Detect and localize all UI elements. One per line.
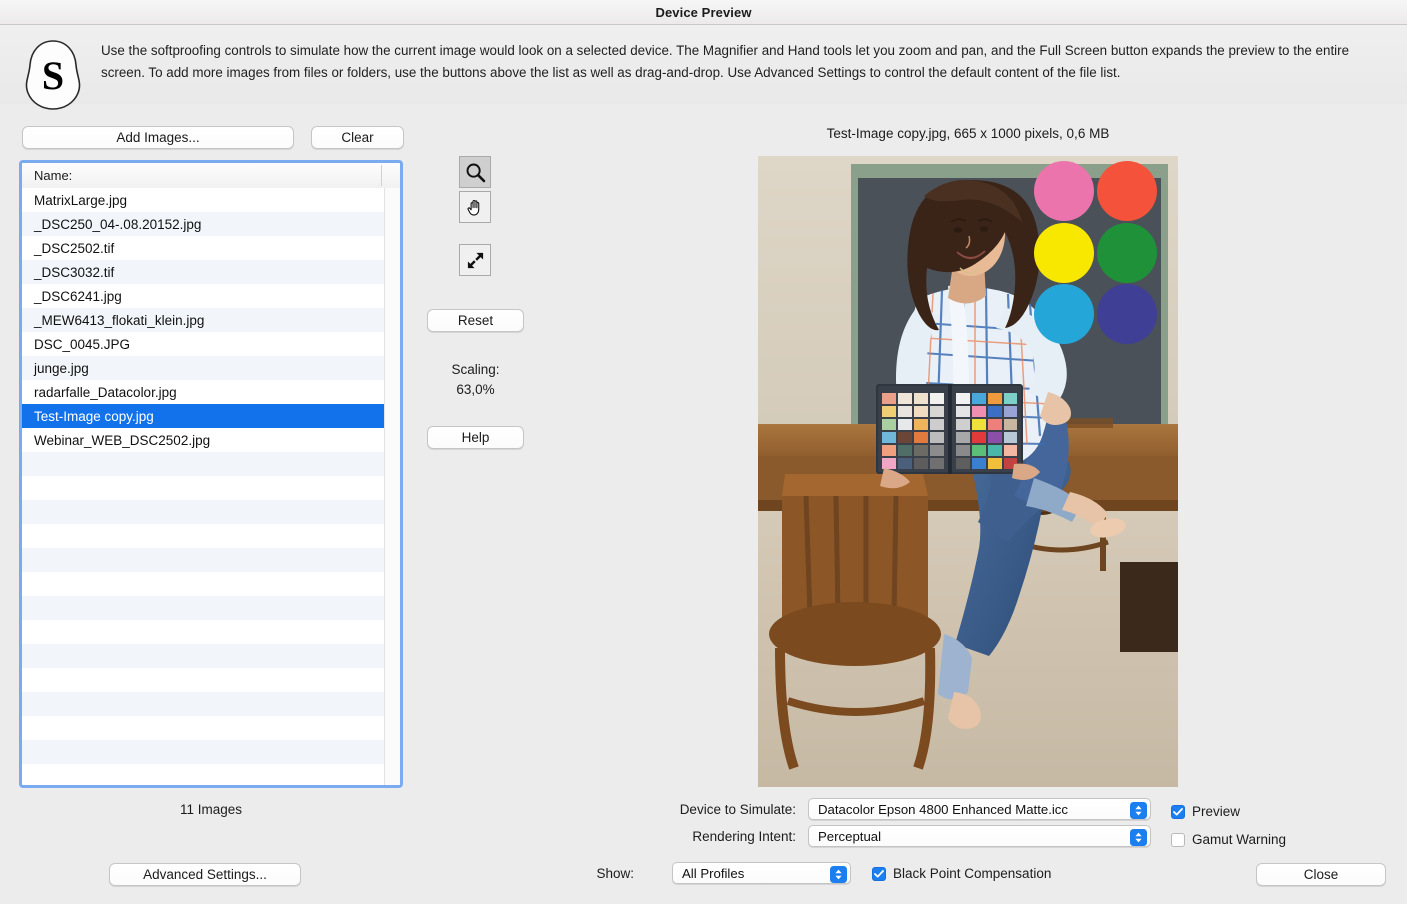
file-list-item[interactable]: _DSC250_04-.08.20152.jpg (22, 212, 385, 236)
swatch-circle (1034, 161, 1094, 221)
check-icon (1173, 807, 1183, 815)
checkbox-box (872, 866, 886, 881)
file-list-body[interactable]: MatrixLarge.jpg _DSC250_04-.08.20152.jpg _… (22, 188, 385, 785)
gamut-warning-checkbox[interactable]: Gamut Warning (1171, 832, 1286, 847)
reset-button[interactable]: Reset (427, 309, 524, 332)
file-list-item[interactable]: _DSC6241.jpg (22, 284, 385, 308)
file-list-empty-row (22, 452, 385, 476)
swatch-circle (1034, 284, 1094, 344)
file-list-item[interactable]: MatrixLarge.jpg (22, 188, 385, 212)
rendering-intent-label: Rendering Intent: (692, 829, 796, 844)
preview-photo (758, 156, 1178, 787)
black-point-compensation-checkbox[interactable]: Black Point Compensation (872, 866, 1051, 881)
black-point-compensation-label: Black Point Compensation (893, 866, 1052, 881)
hand-icon (466, 199, 479, 216)
swatch-circle (1097, 284, 1157, 344)
rendering-intent-select[interactable]: Perceptual (808, 825, 1151, 847)
swatch-circle (1097, 161, 1157, 221)
file-list-empty-row (22, 692, 385, 716)
fullscreen-arrows-icon (467, 252, 483, 268)
scaling-value: 63,0% (456, 382, 495, 397)
file-list-empty-row (22, 644, 385, 668)
file-list-empty-row (22, 716, 385, 740)
rendering-intent-value: Perceptual (818, 828, 882, 844)
file-list-empty-row (22, 572, 385, 596)
show-value: All Profiles (682, 865, 745, 881)
help-banner-text: Use the softproofing controls to simulat… (101, 43, 1350, 80)
window-titlebar: Device Preview (0, 0, 1407, 25)
file-list-empty-row (22, 524, 385, 548)
file-list-scrollbar[interactable] (384, 188, 400, 785)
checkbox-box (1171, 804, 1185, 819)
advanced-settings-button[interactable]: Advanced Settings... (109, 863, 301, 886)
file-list-header: Name: (22, 163, 400, 189)
splat-s-logo-icon: S (25, 40, 81, 110)
preview-image[interactable] (758, 156, 1178, 787)
add-images-button[interactable]: Add Images... (22, 126, 294, 149)
scaling-title: Scaling: (451, 362, 500, 377)
file-list-empty-row (22, 668, 385, 692)
file-list-item[interactable]: radarfalle_Datacolor.jpg (22, 380, 385, 404)
preview-checkbox-label: Preview (1192, 804, 1241, 819)
device-to-simulate-value: Datacolor Epson 4800 Enhanced Matte.icc (818, 801, 1068, 817)
file-list-empty-row (22, 740, 385, 764)
help-button[interactable]: Help (427, 426, 524, 449)
preview-checkbox[interactable]: Preview (1171, 804, 1240, 819)
show-label: Show: (596, 866, 634, 881)
file-list-item[interactable]: Webinar_WEB_DSC2502.jpg (22, 428, 385, 452)
file-list-empty-row (22, 548, 385, 572)
file-list-item[interactable]: junge.jpg (22, 356, 385, 380)
swatch-circle (1097, 223, 1157, 283)
file-list-empty-row (22, 596, 385, 620)
chevron-updown-icon (1130, 801, 1147, 819)
file-list-empty-row (22, 764, 385, 785)
column-header-name: Name: (34, 168, 73, 183)
file-list-item[interactable]: _DSC2502.tif (22, 236, 385, 260)
chevron-updown-icon (830, 865, 847, 883)
hand-tool-button[interactable] (459, 191, 491, 223)
file-list-empty-row (22, 500, 385, 524)
magnifier-icon (466, 163, 485, 182)
window-title: Device Preview (655, 4, 752, 20)
fullscreen-button[interactable] (459, 244, 491, 276)
clear-button[interactable]: Clear (311, 126, 404, 149)
device-to-simulate-select[interactable]: Datacolor Epson 4800 Enhanced Matte.icc (808, 798, 1151, 820)
file-list-item[interactable]: DSC_0045.JPG (22, 332, 385, 356)
file-list-item[interactable]: _DSC3032.tif (22, 260, 385, 284)
gamut-warning-label: Gamut Warning (1192, 832, 1287, 847)
image-count-label: 11 Images (179, 802, 243, 817)
file-list-empty-row (22, 476, 385, 500)
magnifier-tool-button[interactable] (459, 156, 491, 188)
column-divider (381, 165, 382, 186)
file-list[interactable]: Name: MatrixLarge.jpg _DSC250_04-.08.2015… (19, 160, 403, 788)
check-icon (874, 869, 884, 877)
file-list-item[interactable]: Test-Image copy.jpg (22, 404, 385, 428)
file-list-empty-row (22, 620, 385, 644)
preview-caption: Test-Image copy.jpg, 665 x 1000 pixels, … (826, 126, 1110, 141)
checkbox-box (1171, 832, 1185, 847)
close-button[interactable]: Close (1256, 863, 1386, 886)
show-select[interactable]: All Profiles (672, 862, 851, 884)
help-banner: S Use the softproofing controls to simul… (0, 25, 1407, 110)
swatch-circle (1034, 223, 1094, 283)
svg-text:S: S (42, 53, 64, 98)
scaling-readout: Scaling: 63,0% (427, 360, 524, 400)
device-to-simulate-label: Device to Simulate: (679, 802, 796, 817)
file-list-item[interactable]: _MEW6413_flokati_klein.jpg (22, 308, 385, 332)
chevron-updown-icon (1130, 828, 1147, 846)
